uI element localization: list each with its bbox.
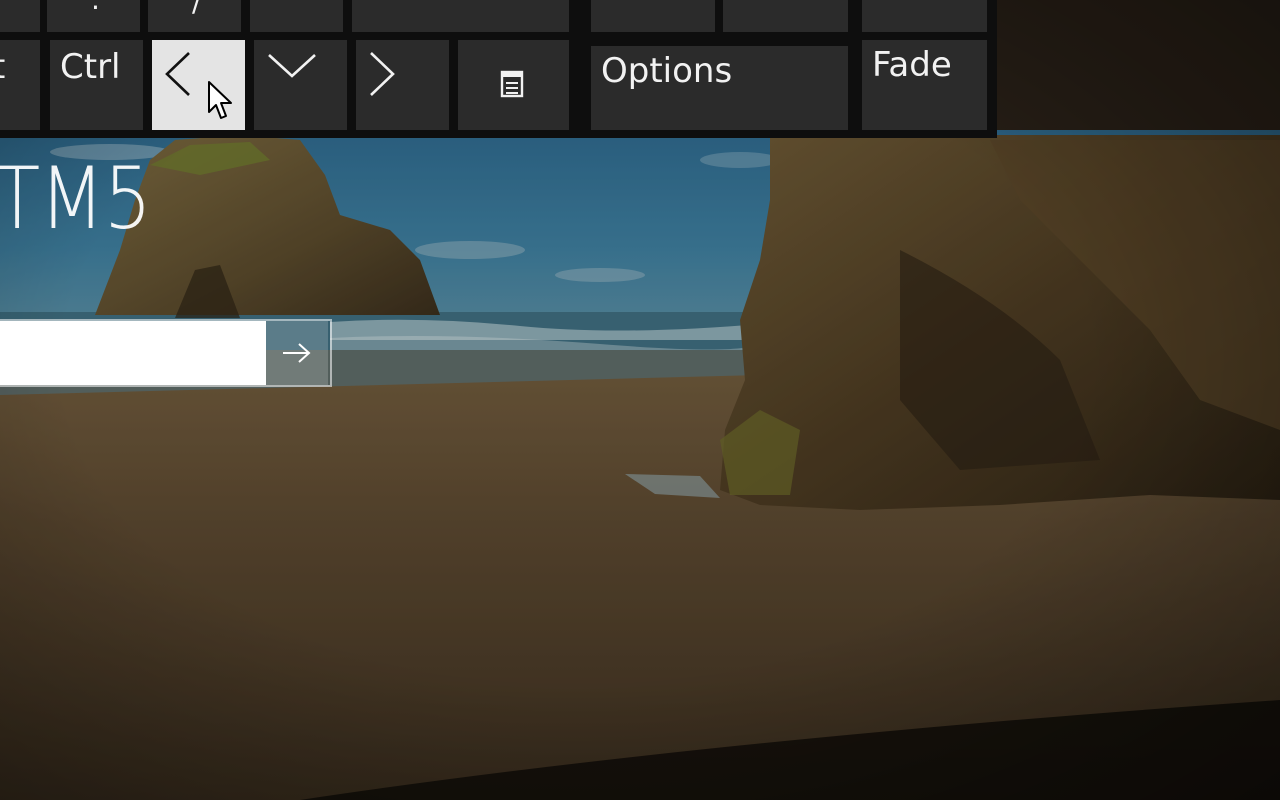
key-top-1[interactable]: [0, 0, 40, 32]
context-menu-icon: [500, 70, 524, 98]
key-top-8[interactable]: [862, 0, 987, 32]
key-right-arrow[interactable]: [356, 40, 449, 130]
key-top-6[interactable]: [591, 0, 715, 32]
fade-button[interactable]: Fade: [862, 40, 987, 130]
arrow-right-icon: [283, 343, 311, 363]
password-box: [0, 319, 332, 387]
password-input[interactable]: [0, 321, 266, 385]
key-left-arrow[interactable]: [152, 40, 245, 130]
on-screen-keyboard: . / t Ctrl: [0, 0, 997, 138]
chevron-left-icon: [165, 52, 190, 96]
chevron-right-icon: [370, 52, 395, 96]
user-name: TM5: [0, 149, 152, 249]
key-alt[interactable]: t: [0, 40, 40, 130]
key-menu[interactable]: [458, 40, 569, 130]
lock-screen: TM5 . / t Ctrl: [0, 0, 1280, 800]
key-top-7[interactable]: [723, 0, 848, 32]
key-slash[interactable]: /: [148, 0, 241, 32]
key-down-arrow[interactable]: [254, 40, 347, 130]
key-top-5[interactable]: [352, 0, 569, 32]
key-period[interactable]: .: [47, 0, 140, 32]
key-top-4[interactable]: [250, 0, 343, 32]
key-ctrl[interactable]: Ctrl: [50, 40, 143, 130]
submit-button[interactable]: [266, 321, 328, 385]
options-button[interactable]: Options: [591, 46, 848, 130]
chevron-down-icon: [268, 54, 316, 78]
